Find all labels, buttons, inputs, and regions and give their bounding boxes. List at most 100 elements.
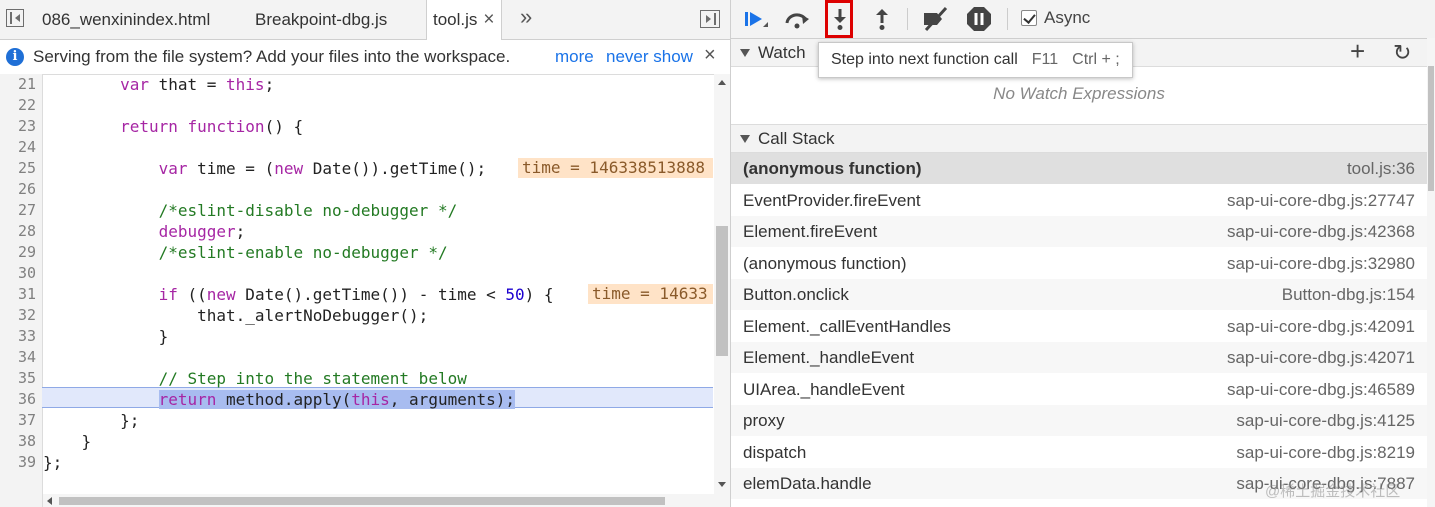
scroll-left-icon[interactable] — [47, 497, 52, 505]
editor-tab-bar: 086_wenxinindex.html Breakpoint-dbg.js t… — [0, 0, 730, 40]
frame-location[interactable]: sap-ui-core-dbg.js:42368 — [1227, 216, 1415, 247]
frame-function-name: elemData.handle — [743, 474, 872, 493]
scroll-down-icon[interactable] — [718, 482, 726, 487]
collapse-triangle-icon[interactable] — [740, 135, 750, 143]
code-line: } — [43, 432, 92, 451]
frame-location[interactable]: sap-ui-core-dbg.js:46589 — [1227, 374, 1415, 405]
never-show-link[interactable]: never show — [606, 47, 693, 67]
scrollbar-thumb[interactable] — [59, 497, 665, 505]
frame-function-name: Element.fireEvent — [743, 222, 878, 241]
info-icon: i — [6, 48, 24, 66]
frame-location[interactable]: sap-ui-core-dbg.js:4125 — [1236, 405, 1415, 436]
frame-location[interactable]: sap-ui-core-dbg.js:27747 — [1227, 185, 1415, 216]
call-stack-title: Call Stack — [758, 129, 835, 148]
call-frame[interactable]: proxy sap-ui-core-dbg.js:4125 — [731, 405, 1427, 436]
close-tab-icon[interactable]: × — [483, 9, 494, 30]
call-frame[interactable]: Button.onclick Button-dbg.js:154 — [731, 279, 1427, 310]
call-frame[interactable]: (anonymous function) sap-ui-core-dbg.js:3… — [731, 248, 1427, 279]
add-watch-icon[interactable]: + — [1350, 38, 1365, 65]
call-frame[interactable]: dispatch sap-ui-core-dbg.js:8219 — [731, 437, 1427, 468]
line-number[interactable]: 26 — [0, 179, 36, 200]
tooltip-shortcut: Ctrl + ; — [1072, 51, 1120, 68]
scroll-up-icon[interactable] — [718, 80, 726, 85]
toggle-debugger-icon[interactable] — [700, 10, 720, 28]
code-line: }; — [43, 411, 140, 430]
line-number[interactable]: 25 — [0, 158, 36, 179]
refresh-watch-icon[interactable]: ↻ — [1393, 39, 1411, 66]
watermark: @稀土掘金技术社区 — [1265, 483, 1401, 500]
toggle-navigator-icon[interactable] — [6, 9, 24, 27]
line-number[interactable]: 24 — [0, 137, 36, 158]
inline-variable-value: time = 146338513888 — [518, 158, 713, 178]
call-frame[interactable]: Element.fireEvent sap-ui-core-dbg.js:4236… — [731, 216, 1427, 247]
frame-function-name: Element._callEventHandles — [743, 316, 951, 336]
frame-location[interactable]: sap-ui-core-dbg.js:42071 — [1227, 342, 1415, 373]
more-link[interactable]: more — [555, 47, 594, 67]
code-line: return function() { — [120, 117, 304, 136]
async-checkbox[interactable] — [1021, 10, 1037, 26]
collapse-triangle-icon[interactable] — [740, 49, 750, 57]
line-number[interactable]: 22 — [0, 95, 36, 116]
tab-label: tool.js — [433, 10, 478, 29]
line-number[interactable]: 30 — [0, 263, 36, 284]
toolbar-separator — [1007, 8, 1008, 30]
code-line: }; — [43, 453, 63, 472]
line-number[interactable]: 35 — [0, 368, 36, 389]
frame-location[interactable]: Button-dbg.js:154 — [1282, 279, 1415, 310]
step-into-highlight — [825, 0, 853, 38]
code-line: debugger; — [158, 222, 246, 241]
tab-086-wenxinindex[interactable]: 086_wenxinindex.html — [42, 0, 210, 39]
line-number[interactable]: 21 — [0, 74, 36, 95]
line-number[interactable]: 27 — [0, 200, 36, 221]
call-frame[interactable]: Element._callEventHandles sap-ui-core-dbg… — [731, 311, 1427, 342]
pause-on-exceptions-icon[interactable] — [964, 4, 994, 34]
editor-horizontal-scrollbar[interactable] — [43, 494, 730, 507]
infobar-message: Serving from the file system? Add your f… — [33, 47, 511, 66]
editor-vertical-scrollbar[interactable] — [714, 74, 730, 494]
line-number[interactable]: 34 — [0, 347, 36, 368]
frame-location[interactable]: tool.js:36 — [1347, 153, 1415, 184]
frame-location[interactable]: sap-ui-core-dbg.js:8219 — [1236, 437, 1415, 468]
line-number[interactable]: 36 — [0, 389, 36, 410]
tab-breakpoint-dbg[interactable]: Breakpoint-dbg.js — [255, 0, 387, 39]
line-number[interactable]: 39 — [0, 452, 36, 473]
frame-function-name: proxy — [743, 411, 785, 430]
close-infobar-icon[interactable]: × — [704, 44, 716, 67]
call-frame[interactable]: Element._handleEvent sap-ui-core-dbg.js:4… — [731, 342, 1427, 373]
line-number[interactable]: 38 — [0, 431, 36, 452]
call-frame[interactable]: UIArea._handleEvent sap-ui-core-dbg.js:46… — [731, 374, 1427, 405]
line-number[interactable]: 29 — [0, 242, 36, 263]
tooltip-shortcut: F11 — [1031, 51, 1059, 68]
call-frame-selected[interactable]: (anonymous function) tool.js:36 — [731, 153, 1427, 184]
call-frame[interactable]: EventProvider.fireEvent sap-ui-core-dbg.j… — [731, 185, 1427, 216]
code-line: var that = this; — [120, 75, 275, 94]
deactivate-breakpoints-icon[interactable] — [920, 4, 950, 34]
code-line: /*eslint-enable no-debugger */ — [158, 243, 448, 262]
line-number[interactable]: 23 — [0, 116, 36, 137]
frame-function-name: EventProvider.fireEvent — [743, 190, 921, 210]
tab-label: Breakpoint-dbg.js — [255, 10, 388, 29]
tab-tool-js[interactable]: tool.js × — [426, 0, 502, 40]
line-number[interactable]: 32 — [0, 305, 36, 326]
line-number-gutter[interactable]: 21 22 23 24 25 26 27 28 29 30 31 32 33 3… — [0, 74, 43, 507]
frame-location[interactable]: sap-ui-core-dbg.js:42091 — [1227, 311, 1415, 342]
debugger-toolbar: Async — [731, 0, 1435, 39]
line-number[interactable]: 31 — [0, 284, 36, 305]
scrollbar-thumb[interactable] — [1428, 66, 1434, 191]
sidebar-scrollbar[interactable] — [1427, 38, 1435, 507]
more-tabs-icon[interactable]: » — [520, 4, 532, 30]
code-line: /*eslint-disable no-debugger */ — [158, 201, 458, 220]
line-number[interactable]: 33 — [0, 326, 36, 347]
line-number[interactable]: 28 — [0, 221, 36, 242]
line-number[interactable]: 37 — [0, 410, 36, 431]
scrollbar-thumb[interactable] — [716, 226, 728, 356]
code-editor[interactable]: var that = this; return function() { var… — [43, 74, 713, 494]
frame-location[interactable]: sap-ui-core-dbg.js:32980 — [1227, 248, 1415, 279]
frame-function-name: Element._handleEvent — [743, 348, 915, 367]
resume-icon[interactable] — [740, 4, 770, 34]
call-stack-section-header[interactable]: Call Stack — [731, 125, 1435, 153]
step-out-icon[interactable] — [867, 4, 897, 34]
workspace-infobar: i Serving from the file system? Add your… — [0, 40, 730, 75]
step-over-icon[interactable] — [782, 4, 812, 34]
frame-function-name: (anonymous function) — [743, 159, 922, 178]
